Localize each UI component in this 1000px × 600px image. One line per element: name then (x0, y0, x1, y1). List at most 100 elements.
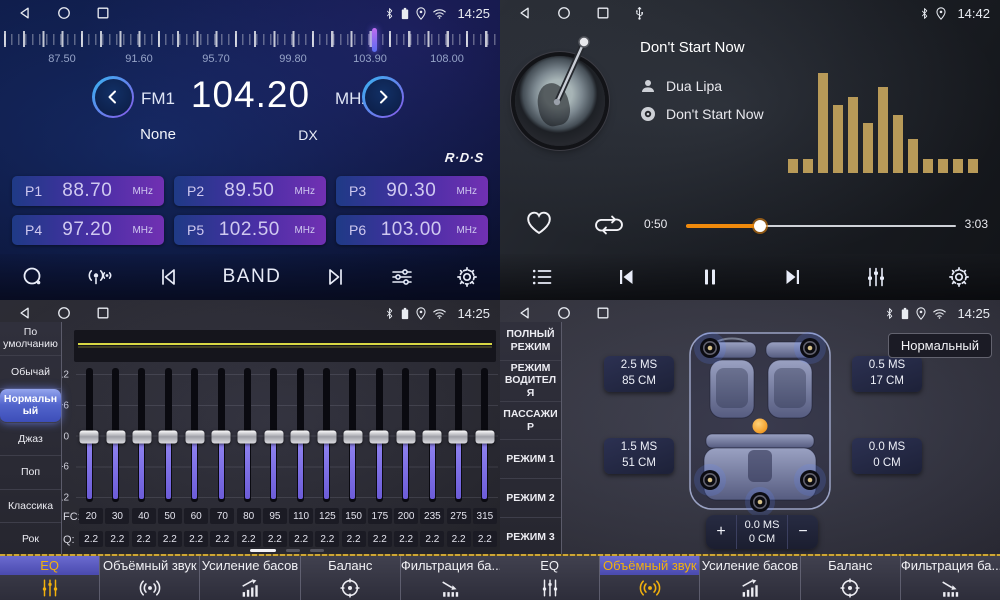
fc-value[interactable]: 40 (132, 508, 156, 524)
current-mode-button[interactable]: Нормальный (888, 333, 992, 358)
preset-button[interactable]: P6103.00MHz (336, 215, 488, 245)
tab-surround-sound[interactable]: Объёмный звук (600, 556, 700, 600)
listening-mode-item[interactable]: ПАССАЖИР (500, 402, 561, 441)
fc-value[interactable]: 95 (263, 508, 287, 524)
back-icon[interactable] (18, 306, 32, 320)
broadcast-icon[interactable] (86, 265, 114, 289)
tab-bass-boost[interactable]: Усиление басов (200, 556, 300, 600)
slider-handle[interactable] (80, 431, 99, 444)
eq-band-slider[interactable] (366, 368, 392, 502)
eq-preset-item[interactable]: Обычай (0, 356, 61, 390)
q-value[interactable]: 2.2 (237, 531, 261, 547)
eq-band-slider[interactable] (76, 368, 102, 502)
delay-front-left[interactable]: 2.5 MS 85 CM (604, 356, 674, 392)
q-value[interactable]: 2.2 (210, 531, 234, 547)
tab-filter[interactable]: Фильтрация ба... (401, 556, 500, 600)
q-value[interactable]: 2.2 (263, 531, 287, 547)
preset-button[interactable]: P497.20MHz (12, 215, 164, 245)
tab-balance[interactable]: Баланс (301, 556, 401, 600)
slider-handle[interactable] (264, 431, 283, 444)
q-value[interactable]: 2.2 (289, 531, 313, 547)
eq-band-slider[interactable] (287, 368, 313, 502)
recents-icon[interactable] (96, 6, 110, 20)
next-track-icon[interactable] (780, 265, 806, 289)
q-value[interactable]: 2.2 (315, 531, 339, 547)
slider-handle[interactable] (291, 431, 310, 444)
scan-icon[interactable] (21, 265, 45, 289)
q-value[interactable]: 2.2 (447, 531, 471, 547)
recents-icon[interactable] (96, 306, 110, 320)
slider-handle[interactable] (449, 431, 468, 444)
increase-delay-button[interactable]: + (706, 515, 736, 549)
progress-bar[interactable] (686, 222, 956, 230)
eq-band-slider[interactable] (313, 368, 339, 502)
eq-preset-item[interactable]: Нормальный (0, 389, 61, 423)
listening-mode-item[interactable]: РЕЖИМ 1 (500, 440, 561, 479)
eq-band-slider[interactable] (419, 368, 445, 502)
q-value[interactable]: 2.2 (184, 531, 208, 547)
equalizer-icon[interactable] (864, 265, 888, 289)
fc-value[interactable]: 30 (105, 508, 129, 524)
slider-handle[interactable] (185, 431, 204, 444)
eq-preset-item[interactable]: Рок (0, 523, 61, 556)
slider-handle[interactable] (132, 431, 151, 444)
settings-gear-icon[interactable] (455, 265, 479, 289)
fc-value[interactable]: 60 (184, 508, 208, 524)
fc-value[interactable]: 200 (394, 508, 418, 524)
preset-button[interactable]: P289.50MHz (174, 176, 326, 206)
fc-value[interactable]: 20 (79, 508, 103, 524)
home-icon[interactable] (557, 306, 571, 320)
frequency-scale[interactable]: 87.5091.6095.7099.80103.90108.00 (0, 26, 500, 68)
fc-value[interactable]: 110 (289, 508, 313, 524)
repeat-icon[interactable] (592, 214, 626, 236)
tab-eq[interactable]: EQ (500, 556, 600, 600)
eq-band-slider[interactable] (155, 368, 181, 502)
decrease-delay-button[interactable]: − (788, 515, 818, 549)
slider-handle[interactable] (475, 431, 494, 444)
fc-value[interactable]: 175 (368, 508, 392, 524)
audio-settings-icon[interactable] (390, 265, 414, 289)
q-value[interactable]: 2.2 (158, 531, 182, 547)
eq-preset-item[interactable]: Классика (0, 490, 61, 524)
back-icon[interactable] (18, 6, 32, 20)
eq-preset-item[interactable]: По умолчанию (0, 322, 61, 356)
recents-icon[interactable] (596, 6, 610, 20)
page-dot[interactable] (310, 549, 324, 552)
fc-value[interactable]: 80 (237, 508, 261, 524)
seek-up-button[interactable] (362, 76, 404, 118)
playlist-icon[interactable] (529, 265, 555, 289)
eq-band-slider[interactable] (102, 368, 128, 502)
recents-icon[interactable] (596, 306, 610, 320)
q-value[interactable]: 2.2 (105, 531, 129, 547)
q-value[interactable]: 2.2 (394, 531, 418, 547)
fc-value[interactable]: 275 (447, 508, 471, 524)
eq-band-slider[interactable] (472, 368, 498, 502)
slider-handle[interactable] (238, 431, 257, 444)
listening-mode-item[interactable]: РЕЖИМ 2 (500, 479, 561, 518)
band-button[interactable]: BAND (223, 266, 282, 288)
page-dot[interactable] (286, 549, 300, 552)
slider-handle[interactable] (343, 431, 362, 444)
delay-rear-right[interactable]: 0.0 MS 0 CM (852, 438, 922, 474)
slider-handle[interactable] (106, 431, 125, 444)
slider-handle[interactable] (317, 431, 336, 444)
eq-preset-item[interactable]: Джаз (0, 423, 61, 457)
fc-value[interactable]: 70 (210, 508, 234, 524)
fc-value[interactable]: 125 (315, 508, 339, 524)
back-icon[interactable] (518, 6, 532, 20)
eq-band-slider[interactable] (340, 368, 366, 502)
fc-value[interactable]: 235 (420, 508, 444, 524)
q-value[interactable]: 2.2 (420, 531, 444, 547)
slider-handle[interactable] (396, 431, 415, 444)
dx-indicator[interactable]: DX (278, 127, 338, 143)
tab-eq[interactable]: EQ (0, 556, 100, 600)
page-indicator[interactable] (250, 549, 324, 552)
home-icon[interactable] (557, 6, 571, 20)
q-value[interactable]: 2.2 (473, 531, 497, 547)
preset-button[interactable]: P390.30MHz (336, 176, 488, 206)
eq-band-slider[interactable] (393, 368, 419, 502)
listening-mode-item[interactable]: ПОЛНЫЙ РЕЖИМ (500, 322, 561, 361)
next-station-icon[interactable] (323, 265, 349, 289)
eq-band-slider[interactable] (208, 368, 234, 502)
eq-preset-item[interactable]: Поп (0, 456, 61, 490)
